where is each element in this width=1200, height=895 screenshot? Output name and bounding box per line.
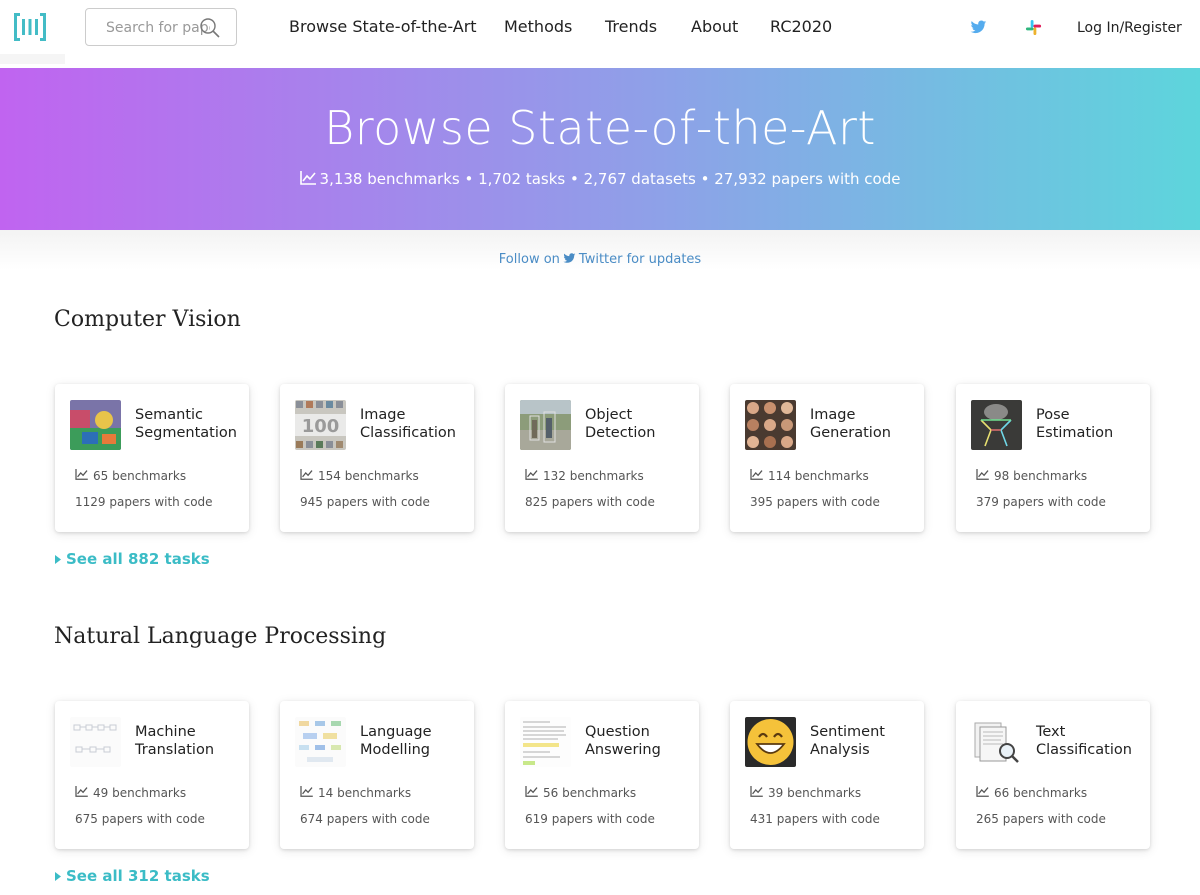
task-name: Machine Translation (135, 724, 215, 758)
task-name: Text Classification (1036, 724, 1132, 758)
nav-rc2020[interactable]: RC2020 (770, 17, 832, 36)
task-benchmarks: 39 benchmarks (750, 786, 861, 800)
task-benchmarks: 66 benchmarks (976, 786, 1087, 800)
task-name: Pose Estimation (1036, 407, 1114, 441)
task-benchmarks: 98 benchmarks (976, 469, 1087, 483)
task-papers: 945 papers with code (300, 495, 430, 509)
chart-icon (525, 469, 538, 480)
section-title-cv: Computer Vision (54, 307, 241, 332)
chart-icon (300, 469, 313, 480)
task-benchmarks: 56 benchmarks (525, 786, 636, 800)
hero-stats-text: 3,138 benchmarks • 1,702 tasks • 2,767 d… (319, 170, 901, 188)
task-card-image-generation[interactable]: Image Generation 114 benchmarks 395 pape… (730, 384, 924, 532)
semantic-segmentation-thumbnail (70, 400, 121, 450)
task-benchmarks: 14 benchmarks (300, 786, 411, 800)
task-papers: 825 papers with code (525, 495, 655, 509)
caret-right-icon (55, 872, 61, 881)
machine-translation-thumbnail (70, 717, 121, 767)
text-classification-thumbnail (971, 717, 1022, 767)
task-card-sentiment-analysis[interactable]: Sentiment Analysis 39 benchmarks 431 pap… (730, 701, 924, 849)
chart-icon (300, 786, 313, 797)
task-card-semantic-segmentation[interactable]: Semantic Segmentation 65 benchmarks 1129… (55, 384, 249, 532)
task-papers: 395 papers with code (750, 495, 880, 509)
search-input[interactable] (106, 18, 210, 38)
twitter-bird-icon (563, 253, 576, 263)
chart-icon (75, 469, 88, 480)
object-detection-thumbnail (520, 400, 571, 450)
task-card-question-answering[interactable]: Question Answering 56 benchmarks 619 pap… (505, 701, 699, 849)
task-card-object-detection[interactable]: Object Detection 132 benchmarks 825 pape… (505, 384, 699, 532)
task-benchmarks: 65 benchmarks (75, 469, 186, 483)
chart-icon (750, 786, 763, 797)
follow-text: Follow on (498, 252, 560, 267)
task-card-machine-translation[interactable]: Machine Translation 49 benchmarks 675 pa… (55, 701, 249, 849)
task-papers: 675 papers with code (75, 812, 205, 826)
task-card-pose-estimation[interactable]: Pose Estimation 98 benchmarks 379 papers… (956, 384, 1150, 532)
hero-stats: 3,138 benchmarks • 1,702 tasks • 2,767 d… (0, 170, 1200, 188)
chart-icon (750, 469, 763, 480)
task-papers: 1129 papers with code (75, 495, 213, 509)
chart-icon (976, 786, 989, 797)
page-title: Browse State-of-the-Art (324, 101, 876, 155)
navbar: Browse State-of-the-Art Methods Trends A… (0, 0, 1200, 64)
logo-icon[interactable] (14, 13, 46, 41)
task-name: Image Generation (810, 407, 891, 441)
task-benchmarks: 132 benchmarks (525, 469, 644, 483)
task-papers: 674 papers with code (300, 812, 430, 826)
task-benchmarks: 49 benchmarks (75, 786, 186, 800)
task-papers: 619 papers with code (525, 812, 655, 826)
task-name: Semantic Segmentation (135, 407, 237, 441)
slack-icon[interactable] (1025, 19, 1042, 36)
svg-text:100: 100 (302, 416, 340, 437)
sentiment-analysis-thumbnail (745, 717, 796, 767)
task-papers: 265 papers with code (976, 812, 1106, 826)
caret-right-icon (55, 555, 61, 564)
search-box[interactable] (85, 8, 237, 46)
login-register-link[interactable]: Log In/Register (1077, 20, 1182, 36)
task-benchmarks: 114 benchmarks (750, 469, 869, 483)
task-card-image-classification[interactable]: 100 Image Classification 154 benchmarks … (280, 384, 474, 532)
chart-icon (75, 786, 88, 797)
chart-icon (525, 786, 538, 797)
task-card-text-classification[interactable]: Text Classification 66 benchmarks 265 pa… (956, 701, 1150, 849)
image-generation-thumbnail (745, 400, 796, 450)
language-modelling-thumbnail (295, 717, 346, 767)
task-name: Question Answering (585, 724, 661, 758)
see-all-cv-tasks[interactable]: See all 882 tasks (55, 550, 210, 568)
chart-icon (299, 171, 316, 185)
task-benchmarks: 154 benchmarks (300, 469, 419, 483)
task-name: Sentiment Analysis (810, 724, 885, 758)
nav-about[interactable]: About (691, 17, 738, 36)
nav-trends[interactable]: Trends (605, 17, 657, 36)
task-name: Object Detection (585, 407, 656, 441)
question-answering-thumbnail (520, 717, 571, 767)
task-name: Language Modelling (360, 724, 432, 758)
task-name: Image Classification (360, 407, 456, 441)
search-icon[interactable] (199, 17, 221, 39)
follow-twitter[interactable]: Follow on Twitter for updates (0, 252, 1200, 267)
pose-estimation-thumbnail (971, 400, 1022, 450)
logo-shade (0, 54, 65, 64)
section-title-nlp: Natural Language Processing (54, 624, 387, 649)
task-card-language-modelling[interactable]: Language Modelling 14 benchmarks 674 pap… (280, 701, 474, 849)
nav-methods[interactable]: Methods (504, 17, 572, 36)
image-classification-thumbnail: 100 (295, 400, 346, 450)
nav-browse-sota[interactable]: Browse State-of-the-Art (289, 17, 477, 36)
see-all-nlp-tasks[interactable]: See all 312 tasks (55, 867, 210, 885)
chart-icon (976, 469, 989, 480)
twitter-icon[interactable] (970, 19, 987, 36)
task-papers: 431 papers with code (750, 812, 880, 826)
hero-banner: Browse State-of-the-Art 3,138 benchmarks… (0, 68, 1200, 230)
task-papers: 379 papers with code (976, 495, 1106, 509)
follow-link[interactable]: Twitter for updates (579, 252, 701, 267)
